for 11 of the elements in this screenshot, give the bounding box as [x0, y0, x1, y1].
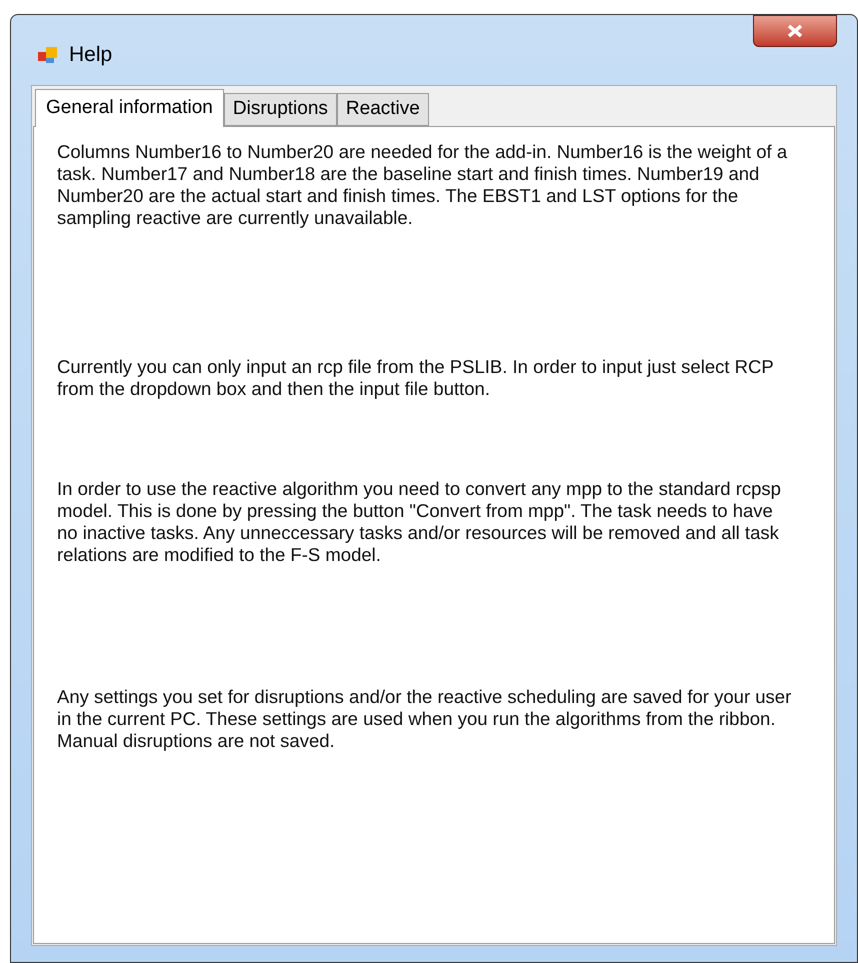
- close-button[interactable]: [753, 15, 837, 47]
- help-paragraph: Columns Number16 to Number20 are needed for the add-in. Number16 is the weight of a task. Number17 and Number18 are the baseline start and finish times. Number19 and Number20 are the actual start and finish times. The EBST1 and LST options for the sampling reactive are currently unavailable.: [57, 141, 788, 229]
- close-icon: [786, 24, 804, 38]
- tab[interactable]: General information: [35, 89, 224, 127]
- window-title: Help: [69, 42, 112, 68]
- tab[interactable]: Disruptions: [224, 93, 337, 126]
- help-paragraph: Any settings you set for disruptions and/or the reactive scheduling are saved for your user in the current PC. These settings are used when you run the algorithms from the ribbon. Manual disruptions are not saved.: [57, 686, 792, 752]
- app-icon: [37, 44, 59, 66]
- help-paragraph: In order to use the reactive algorithm you need to convert any mpp to the standard rcpsp model. This is done by pressing the button "Convert from mpp". The task needs to have no inactive tasks. Any unneccessary tasks and/or resources will be removed and all task relations are modified to the F-S model.: [57, 478, 782, 566]
- help-paragraph: Currently you can only input an rcp file from the PSLIB. In order to input just select RCP from the dropdown box and then the input file button.: [57, 356, 774, 400]
- tab[interactable]: Reactive: [336, 93, 429, 126]
